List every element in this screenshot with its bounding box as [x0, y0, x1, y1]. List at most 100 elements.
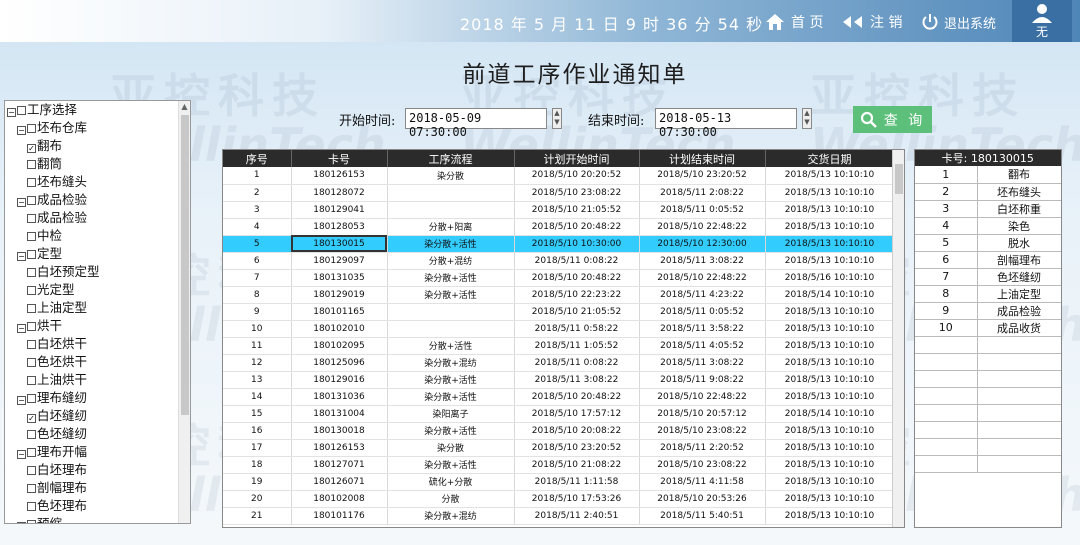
table-cell[interactable]: 180130018 [291, 422, 388, 440]
table-cell[interactable] [387, 184, 515, 202]
table-cell[interactable]: 2018/5/11 1:05:52 [514, 337, 640, 355]
table-cell[interactable]: 2018/5/13 10:10:10 [765, 201, 895, 219]
table-cell[interactable]: 14 [223, 388, 292, 406]
table-cell[interactable]: 2018/5/10 17:57:12 [514, 405, 640, 423]
query-button[interactable]: 查 询 [853, 106, 932, 133]
work-order-table[interactable]: 序号 卡号 工序流程 计划开始时间 计划结束时间 交货日期 1 180126153 染分散 20… [222, 149, 905, 528]
tree-node[interactable]: − 预缩 [5, 515, 178, 523]
tree-node[interactable]: ✓ 翻布 [5, 137, 178, 155]
tree-node[interactable]: − 定型 [5, 245, 178, 263]
user-badge[interactable]: 无 [1012, 0, 1072, 42]
table-cell[interactable]: 180102010 [291, 320, 388, 338]
column-header[interactable]: 计划开始时间 [514, 150, 640, 167]
checkbox[interactable] [27, 286, 36, 295]
table-cell[interactable]: 2018/5/10 22:48:22 [639, 218, 766, 236]
table-cell[interactable]: 21 [223, 507, 292, 525]
table-cell[interactable]: 2018/5/11 0:58:22 [514, 320, 640, 338]
table-cell[interactable]: 2018/5/11 1:11:58 [514, 473, 640, 491]
end-time-spinner[interactable]: ▲ ▼ [802, 108, 812, 129]
process-route-table[interactable]: 卡号: 180130015 1 翻布 2 坯布缝头 3 白坯称重 4 染色 5 脱水 6 剖幅理布 7 色… [914, 149, 1062, 528]
table-cell[interactable]: 染分散+活性 [387, 371, 515, 389]
table-cell[interactable]: 180130015 [291, 235, 388, 253]
table-cell[interactable]: 2018/5/11 3:08:22 [514, 371, 640, 389]
table-cell[interactable]: 染分散 [387, 167, 515, 185]
table-cell[interactable]: 染分散+活性 [387, 388, 515, 406]
checkbox[interactable] [27, 232, 36, 241]
column-header[interactable]: 序号 [223, 150, 292, 167]
table-cell[interactable]: 染分散+活性 [387, 286, 515, 304]
table-cell[interactable]: 18 [223, 456, 292, 474]
expand-toggle-icon[interactable]: − [17, 126, 26, 135]
table-cell[interactable]: 5 [223, 235, 292, 253]
table-row[interactable]: 20 180102008 分散 2018/5/10 17:53:26 2018/5/10… [223, 490, 895, 508]
table-cell[interactable]: 180131035 [291, 269, 388, 287]
end-time-input[interactable]: 2018-05-13 07:30:00 [655, 108, 797, 139]
table-cell[interactable]: 染分散+混纺 [387, 507, 515, 525]
route-row[interactable]: 4 染色 [915, 217, 1061, 235]
checkbox[interactable] [27, 466, 36, 475]
table-cell[interactable]: 2018/5/11 4:05:52 [639, 337, 766, 355]
table-cell[interactable]: 2018/5/10 23:08:22 [514, 184, 640, 202]
tree-scrollbar[interactable]: ▲ [178, 101, 190, 523]
table-cell[interactable]: 2018/5/13 10:10:10 [765, 320, 895, 338]
table-cell[interactable]: 180129041 [291, 201, 388, 219]
tree-node[interactable]: 白坯预定型 [5, 263, 178, 281]
checkbox[interactable] [17, 106, 26, 115]
table-cell[interactable]: 180128053 [291, 218, 388, 236]
table-cell[interactable]: 180131036 [291, 388, 388, 406]
table-cell[interactable]: 2018/5/11 4:23:22 [639, 286, 766, 304]
column-header[interactable]: 计划结束时间 [639, 150, 766, 167]
table-row[interactable]: 8 180129019 染分散+活性 2018/5/10 22:23:22 2018/5… [223, 286, 895, 304]
table-cell[interactable]: 180126153 [291, 439, 388, 457]
checkbox[interactable] [27, 502, 36, 511]
tree-node[interactable]: 光定型 [5, 281, 178, 299]
table-row[interactable]: 11 180102095 分散+活性 2018/5/11 1:05:52 2018/5/… [223, 337, 895, 355]
start-time-spinner[interactable]: ▲ ▼ [552, 108, 562, 129]
table-cell[interactable]: 180126153 [291, 167, 388, 185]
checkbox[interactable] [27, 124, 36, 133]
table-cell[interactable]: 3 [223, 201, 292, 219]
table-cell[interactable]: 11 [223, 337, 292, 355]
table-cell[interactable]: 8 [223, 286, 292, 304]
column-header[interactable]: 交货日期 [765, 150, 895, 167]
checkbox[interactable]: ✓ [27, 414, 36, 423]
table-cell[interactable]: 180101176 [291, 507, 388, 525]
expand-toggle-icon[interactable]: − [17, 252, 26, 261]
checkbox[interactable] [27, 214, 36, 223]
table-cell[interactable]: 180129019 [291, 286, 388, 304]
tree-node[interactable]: − 坯布仓库 [5, 119, 178, 137]
table-row[interactable]: 10 180102010 2018/5/11 0:58:22 2018/5/11 3:… [223, 320, 895, 338]
expand-toggle-icon[interactable]: − [17, 198, 26, 207]
table-cell[interactable]: 2018/5/10 23:08:22 [639, 456, 766, 474]
table-row[interactable]: 18 180127071 染分散+活性 2018/5/10 21:08:22 2018/… [223, 456, 895, 474]
table-cell[interactable]: 180125096 [291, 354, 388, 372]
table-cell[interactable]: 2018/5/13 10:10:10 [765, 235, 895, 253]
table-cell[interactable]: 12 [223, 354, 292, 372]
table-cell[interactable]: 2018/5/11 2:20:52 [639, 439, 766, 457]
table-cell[interactable]: 2018/5/11 5:40:51 [639, 507, 766, 525]
table-cell[interactable]: 2018/5/13 10:10:10 [765, 184, 895, 202]
scroll-thumb[interactable] [895, 164, 903, 194]
table-cell[interactable]: 硫化+分散 [387, 473, 515, 491]
table-cell[interactable]: 180129097 [291, 252, 388, 270]
table-cell[interactable] [387, 320, 515, 338]
checkbox[interactable] [27, 484, 36, 493]
route-row[interactable]: 1 翻布 [915, 166, 1061, 184]
table-row[interactable]: 7 180131035 染分散+活性 2018/5/10 20:48:22 2018/5… [223, 269, 895, 287]
table-row[interactable]: 17 180126153 染分散 2018/5/10 23:20:52 2018/5/1… [223, 439, 895, 457]
table-cell[interactable]: 2018/5/11 3:08:22 [639, 252, 766, 270]
table-cell[interactable]: 2018/5/13 10:10:10 [765, 422, 895, 440]
table-cell[interactable]: 2018/5/13 10:10:10 [765, 167, 895, 185]
tree-node[interactable]: 色坯理布 [5, 497, 178, 515]
table-cell[interactable]: 染分散+活性 [387, 269, 515, 287]
table-cell[interactable]: 2018/5/13 10:10:10 [765, 456, 895, 474]
route-row[interactable]: 10 成品收货 [915, 319, 1061, 337]
table-cell[interactable]: 2018/5/11 3:08:22 [639, 354, 766, 372]
expand-toggle-icon[interactable]: − [7, 108, 16, 117]
checkbox[interactable] [27, 178, 36, 187]
table-cell[interactable]: 2018/5/14 10:10:10 [765, 286, 895, 304]
logout-button[interactable]: 注 销 [840, 10, 902, 34]
table-cell[interactable]: 2018/5/10 20:20:52 [514, 167, 640, 185]
tree-node[interactable]: 上油烘干 [5, 371, 178, 389]
route-row[interactable]: 8 上油定型 [915, 285, 1061, 303]
